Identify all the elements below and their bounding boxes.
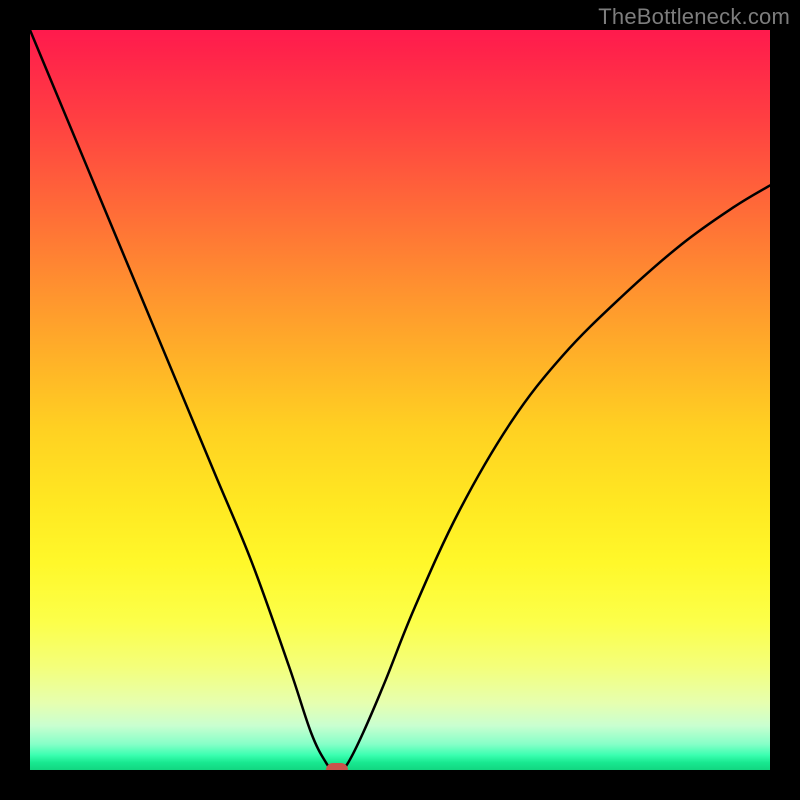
optimal-point-marker: [326, 763, 348, 770]
watermark-text: TheBottleneck.com: [598, 4, 790, 30]
chart-container: TheBottleneck.com: [0, 0, 800, 800]
plot-area: [30, 30, 770, 770]
curve-path: [30, 30, 770, 770]
bottleneck-curve: [30, 30, 770, 770]
